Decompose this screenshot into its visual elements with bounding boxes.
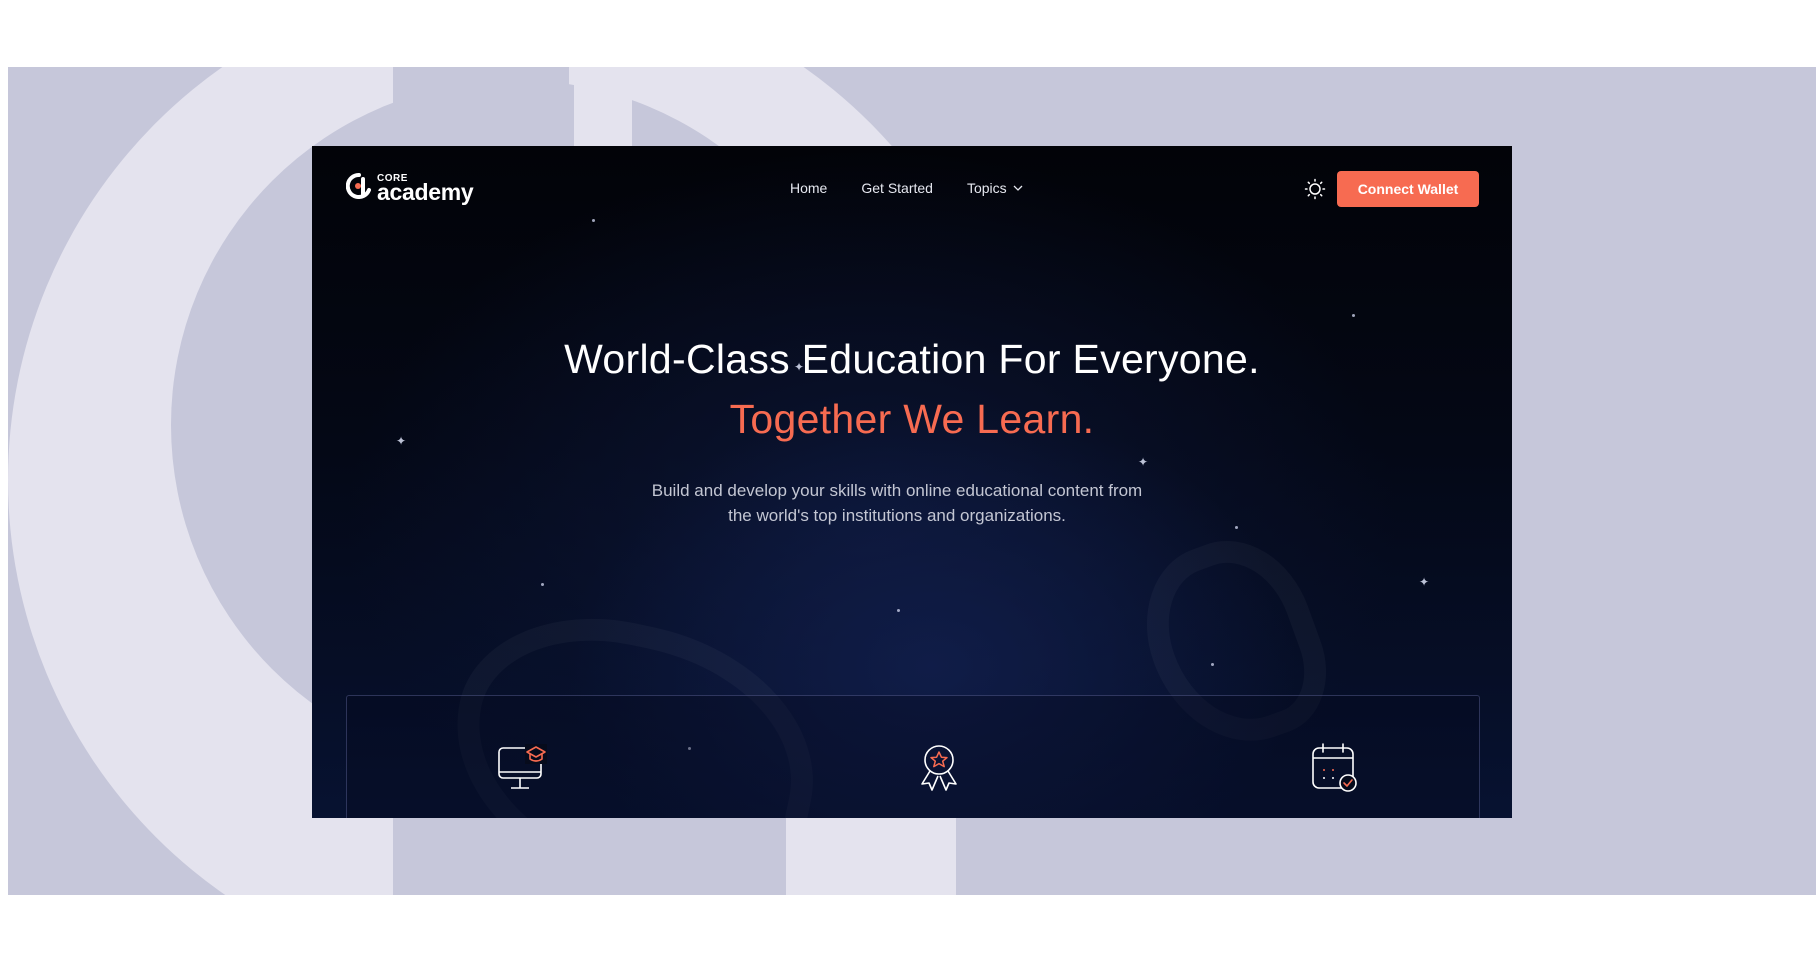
calendar-check-icon bbox=[1312, 743, 1357, 792]
logo-big-text: academy bbox=[377, 179, 474, 205]
logo-mark-icon bbox=[346, 173, 371, 199]
award-badge-icon bbox=[921, 745, 957, 791]
top-nav: CORE academy Home Get Started Topics Con… bbox=[312, 146, 1512, 232]
star bbox=[897, 609, 900, 612]
nav-topics[interactable]: Topics bbox=[967, 180, 1023, 196]
monitor-graduation-icon bbox=[498, 744, 547, 789]
star bbox=[1352, 314, 1355, 317]
nav-get-started[interactable]: Get Started bbox=[861, 180, 933, 196]
hero-title: World-Class Education For Everyone. bbox=[564, 336, 1260, 382]
nav-links: Home Get Started Topics bbox=[790, 180, 1057, 196]
hero-subtitle: Build and develop your skills with onlin… bbox=[651, 481, 1143, 525]
hero-tagline: Together We Learn. bbox=[729, 396, 1095, 442]
star bbox=[1235, 526, 1238, 529]
sparkle-icon: ✦ bbox=[1138, 455, 1149, 469]
nav-home[interactable]: Home bbox=[790, 180, 827, 196]
features-panel bbox=[346, 695, 1480, 818]
chevron-down-icon bbox=[1013, 185, 1023, 191]
connect-wallet-button[interactable]: Connect Wallet bbox=[1337, 171, 1479, 207]
star bbox=[541, 583, 544, 586]
sun-icon[interactable] bbox=[1304, 178, 1326, 200]
sparkle-icon: ✦ bbox=[1419, 575, 1430, 589]
star bbox=[1211, 663, 1214, 666]
website-screenshot: ✦ ✦ ✦ ✦ CORE academy Home Get Started To… bbox=[312, 146, 1512, 818]
logo[interactable]: CORE academy bbox=[346, 171, 486, 205]
